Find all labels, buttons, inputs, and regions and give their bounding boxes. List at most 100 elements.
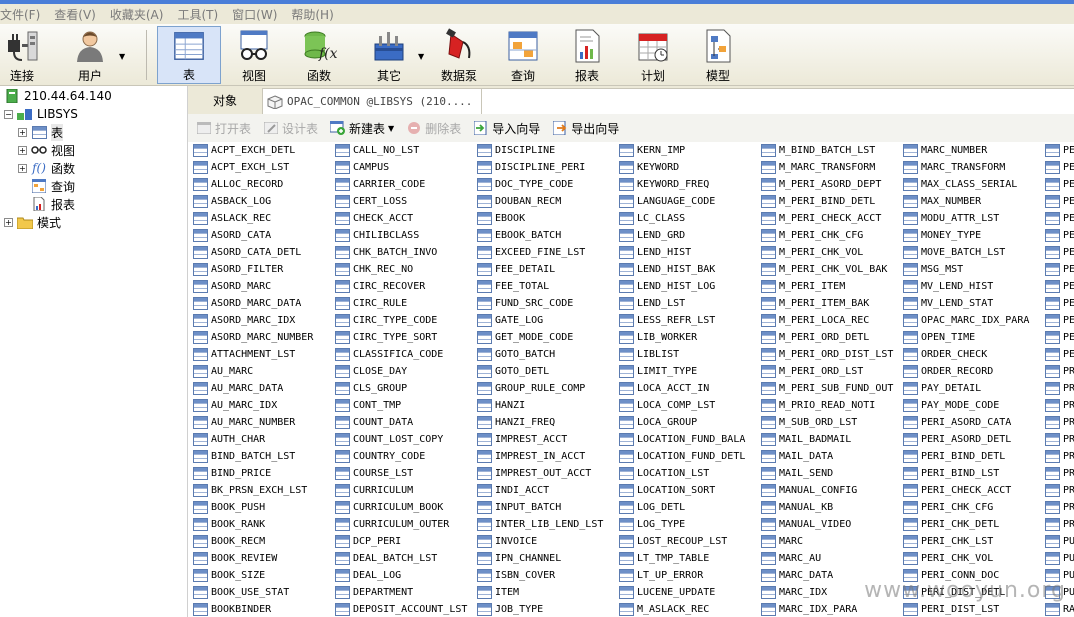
table-list-item[interactable]: M_PERI_ORD_DIST_LST [758,346,900,363]
table-list-item[interactable]: PERI_CHK_DETL [900,516,1042,533]
table-list-item[interactable]: EBOOK_BATCH [474,227,616,244]
table-list-item[interactable]: PE [1042,193,1074,210]
table-list-item[interactable]: MOVE_BATCH_LST [900,244,1042,261]
other-dropdown-arrow-icon[interactable]: ▼ [418,52,424,61]
table-list-item[interactable]: LT_UP_ERROR [616,567,758,584]
table-list-item[interactable]: MARC_TRANSFORM [900,159,1042,176]
table-list-item[interactable]: LIB_WORKER [616,329,758,346]
open-table-button[interactable]: 打开表 [196,120,251,137]
table-list-item[interactable]: MAIL_SEND [758,465,900,482]
table-list-item[interactable]: AU_MARC_IDX [190,397,332,414]
design-table-button[interactable]: 设计表 [263,120,318,137]
table-list-item[interactable]: PE [1042,176,1074,193]
table-list-item[interactable]: CLASSIFICA_CODE [332,346,474,363]
table-list-item[interactable]: PU [1042,550,1074,567]
table-list-item[interactable]: DISCIPLINE [474,142,616,159]
table-list-item[interactable]: LOCA_ACCT_IN [616,380,758,397]
table-list-item[interactable]: PE [1042,159,1074,176]
table-list-item[interactable]: M_PERI_ITEM [758,278,900,295]
table-list-item[interactable]: CHECK_ACCT [332,210,474,227]
model-button[interactable]: 模型 [697,26,739,84]
table-list-item[interactable]: PAY_MODE_CODE [900,397,1042,414]
tree-views[interactable]: + 视图 [18,141,75,159]
table-list-item[interactable]: CIRC_RULE [332,295,474,312]
table-list-item[interactable]: BOOKBINDER [190,601,332,617]
other-button[interactable]: 其它 [366,26,412,84]
table-list-item[interactable]: OPEN_TIME [900,329,1042,346]
table-list-item[interactable]: PR [1042,482,1074,499]
table-list-item[interactable]: DISCIPLINE_PERI [474,159,616,176]
table-list-item[interactable]: LOCATION_LST [616,465,758,482]
table-list-item[interactable]: PE [1042,142,1074,159]
table-list-item[interactable]: M_PERI_BIND_DETL [758,193,900,210]
new-table-dropdown-icon[interactable]: ▼ [388,124,394,133]
table-list-item[interactable]: LOCA_COMP_LST [616,397,758,414]
table-list-item[interactable]: PE [1042,227,1074,244]
table-list-item[interactable]: MONEY_TYPE [900,227,1042,244]
table-list-item[interactable]: PE [1042,210,1074,227]
table-list-item[interactable]: PERI_CHK_LST [900,533,1042,550]
table-list-item[interactable]: BOOK_USE_STAT [190,584,332,601]
table-list-item[interactable]: MARC [758,533,900,550]
table-list-item[interactable]: LEND_HIST [616,244,758,261]
tab-current-table[interactable]: OPAC_COMMON @LIBSYS (210.... [262,88,482,114]
table-list-item[interactable]: LOCATION_FUND_BALA [616,431,758,448]
table-list-item[interactable]: ATTACHMENT_LST [190,346,332,363]
table-list-item[interactable]: IMPREST_IN_ACCT [474,448,616,465]
table-list-item[interactable]: PE [1042,346,1074,363]
table-list-item[interactable]: M_PERI_CHK_VOL_BAK [758,261,900,278]
table-list-item[interactable]: BIND_PRICE [190,465,332,482]
tree-server[interactable]: 210.44.64.140 [4,87,112,105]
connect-button[interactable]: 连接 [2,26,42,84]
table-list-item[interactable]: ORDER_RECORD [900,363,1042,380]
export-wizard-button[interactable]: 导出向导 [552,120,619,137]
table-list-item[interactable]: AUTH_CHAR [190,431,332,448]
table-list-item[interactable]: FUND_SRC_CODE [474,295,616,312]
table-list-item[interactable]: M_ASLACK_REC [616,601,758,617]
table-list-item[interactable]: KEYWORD_FREQ [616,176,758,193]
tree-schemas[interactable]: + 模式 [4,213,61,231]
table-list-item[interactable]: BIND_BATCH_LST [190,448,332,465]
table-list-item[interactable]: CARRIER_CODE [332,176,474,193]
table-list-item[interactable]: LUCENE_UPDATE [616,584,758,601]
table-list-item[interactable]: PERI_DIST_LST [900,601,1042,617]
table-list-item[interactable]: IMPREST_OUT_ACCT [474,465,616,482]
table-list-item[interactable]: DEPOSIT_ACCOUNT_LST [332,601,474,617]
table-list-item[interactable]: CURRICULUM_BOOK [332,499,474,516]
table-list-item[interactable]: MAX_NUMBER [900,193,1042,210]
function-button[interactable]: f(x) 函数 [298,26,340,84]
table-list-item[interactable]: CLS_GROUP [332,380,474,397]
expand-icon[interactable]: + [18,163,27,173]
table-list-item[interactable]: BOOK_PUSH [190,499,332,516]
table-list-item[interactable]: LIBLIST [616,346,758,363]
table-list-item[interactable]: BOOK_SIZE [190,567,332,584]
report-button[interactable]: 报表 [566,26,608,84]
table-list-item[interactable]: GET_MODE_CODE [474,329,616,346]
table-list-item[interactable]: M_PERI_SUB_FUND_OUT [758,380,900,397]
table-list-item[interactable]: M_PERI_ORD_LST [758,363,900,380]
table-list-item[interactable]: KERN_IMP [616,142,758,159]
table-list-item[interactable]: AU_MARC [190,363,332,380]
table-list-item[interactable]: PR [1042,516,1074,533]
table-list-item[interactable]: M_PERI_ORD_DETL [758,329,900,346]
table-list-item[interactable]: ASORD_MARC_IDX [190,312,332,329]
expand-icon[interactable]: + [18,145,27,155]
table-list-item[interactable]: GROUP_RULE_COMP [474,380,616,397]
menu-favorites[interactable]: 收藏夹(A) [110,6,164,23]
table-list-item[interactable]: DOUBAN_RECM [474,193,616,210]
table-list-item[interactable]: MANUAL_KB [758,499,900,516]
table-list-item[interactable]: KEYWORD [616,159,758,176]
table-list-item[interactable]: MAIL_BADMAIL [758,431,900,448]
table-list-item[interactable]: CURRICULUM [332,482,474,499]
table-list-item[interactable]: INVOICE [474,533,616,550]
table-list-item[interactable]: LT_TMP_TABLE [616,550,758,567]
table-list-item[interactable]: EBOOK [474,210,616,227]
table-list-item[interactable]: LOG_TYPE [616,516,758,533]
menu-file[interactable]: 文件(F) [0,6,40,23]
table-list-item[interactable]: LOG_DETL [616,499,758,516]
schedule-button[interactable]: 计划 [632,26,674,84]
table-list-item[interactable]: INTER_LIB_LEND_LST [474,516,616,533]
table-list-item[interactable]: EXCEED_FINE_LST [474,244,616,261]
table-list-item[interactable]: ALLOC_RECORD [190,176,332,193]
user-button[interactable]: 用户 [68,26,112,84]
